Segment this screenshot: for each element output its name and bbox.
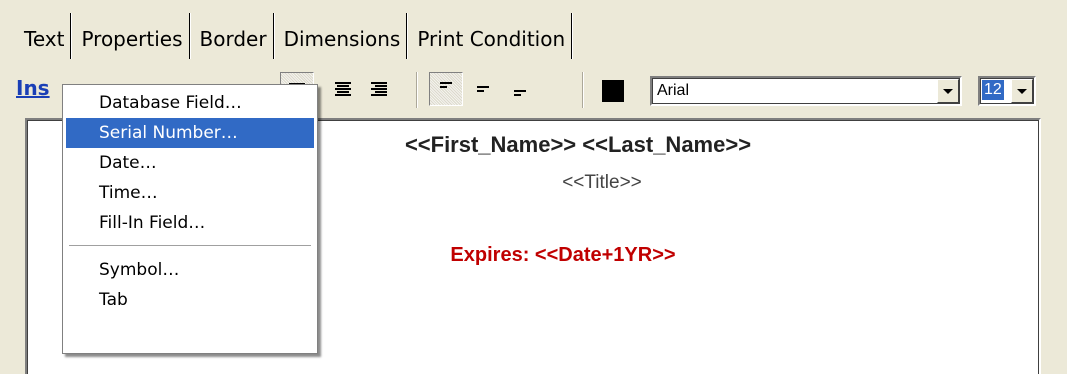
menu-item-database-field[interactable]: Database Field…: [66, 88, 314, 118]
insert-menu-button[interactable]: Ins: [16, 76, 50, 100]
align-right-icon: [371, 82, 387, 96]
menu-item-date[interactable]: Date…: [66, 148, 314, 178]
tab-print-condition[interactable]: Print Condition: [411, 13, 573, 59]
valign-top-icon: [440, 82, 452, 88]
menu-item-tab[interactable]: Tab: [66, 285, 314, 315]
tab-border[interactable]: Border: [194, 13, 274, 59]
font-select[interactable]: Arial: [650, 76, 962, 106]
menu-item-time[interactable]: Time…: [66, 178, 314, 208]
insert-context-menu: Database Field… Serial Number… Date… Tim…: [62, 84, 318, 354]
valign-middle-icon: [477, 86, 489, 92]
menu-item-serial-number[interactable]: Serial Number…: [66, 118, 314, 148]
align-center-button[interactable]: [326, 72, 360, 106]
font-size-select[interactable]: 12: [978, 76, 1036, 106]
tab-text-label: Text: [24, 27, 65, 51]
menu-separator: [69, 245, 311, 246]
valign-middle-button[interactable]: [466, 72, 500, 106]
valign-bottom-icon: [514, 90, 526, 96]
font-select-value: Arial: [657, 82, 690, 99]
tab-dimensions-label: Dimensions: [283, 27, 401, 51]
align-right-button[interactable]: [362, 72, 396, 106]
tab-print-condition-label: Print Condition: [417, 27, 566, 51]
font-size-value: 12: [982, 80, 1004, 100]
valign-top-button[interactable]: [429, 72, 463, 106]
tab-text[interactable]: Text: [16, 13, 72, 59]
tab-border-label: Border: [199, 27, 267, 51]
align-center-icon: [335, 82, 351, 96]
tab-properties[interactable]: Properties: [75, 13, 190, 59]
valign-bottom-button[interactable]: [503, 72, 537, 106]
tab-dimensions[interactable]: Dimensions: [278, 13, 408, 59]
chevron-down-icon[interactable]: [1011, 79, 1033, 103]
menu-item-fill-in-field[interactable]: Fill-In Field…: [66, 208, 314, 238]
chevron-down-icon[interactable]: [937, 79, 959, 103]
text-color-icon[interactable]: [602, 80, 624, 102]
toolbar-separator: [582, 72, 584, 108]
menu-item-symbol[interactable]: Symbol…: [66, 255, 314, 285]
tab-strip: Text Properties Border Dimensions Print …: [16, 13, 576, 59]
toolbar-separator: [416, 72, 418, 108]
tab-properties-label: Properties: [81, 27, 183, 51]
